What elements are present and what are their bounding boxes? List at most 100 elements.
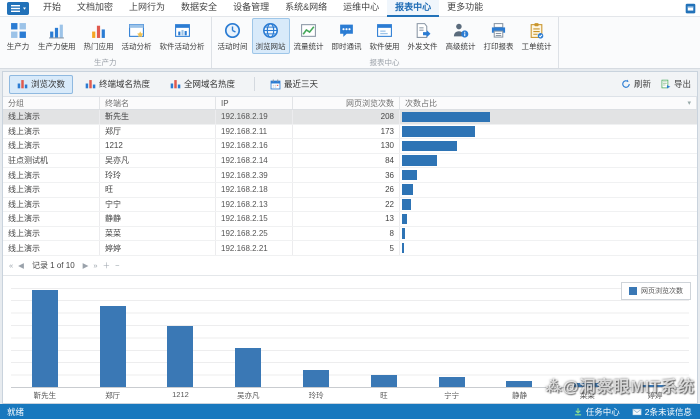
ribbon-group-label: 报表中心 <box>214 57 556 68</box>
ratio-bar <box>402 243 404 254</box>
ribbon-button[interactable]: 软件使用 <box>366 18 404 54</box>
ribbon-button[interactable]: 软件活动分析 <box>156 18 209 54</box>
app-menu-button[interactable] <box>3 1 33 16</box>
chart-bar-slot <box>214 284 282 387</box>
cell-count-ratio-bar <box>400 168 697 182</box>
pager-prev-button[interactable]: ◀ <box>18 261 24 270</box>
table-row[interactable]: 线上演示玲玲192.168.2.3936 <box>3 168 697 183</box>
column-header[interactable]: 网页浏览次数 <box>293 97 400 109</box>
table-row[interactable]: 线上演示菜菜192.168.2.258 <box>3 227 697 242</box>
cell-ip: 192.168.2.14 <box>216 154 293 168</box>
chart-bar <box>303 370 329 387</box>
ribbon-button-label: 外发文件 <box>408 41 438 52</box>
menu-tab-2[interactable]: 文档加密 <box>69 0 121 17</box>
report-tab-1[interactable]: 浏览次数 <box>9 75 73 94</box>
export-button[interactable]: 导出 <box>661 78 691 90</box>
table-row[interactable]: 线上演示旺192.168.2.1826 <box>3 183 697 198</box>
column-header[interactable]: IP <box>216 97 293 109</box>
cell-group: 驻点测试机 <box>3 154 100 168</box>
report-tab-2[interactable]: 终端域名热度 <box>77 75 158 94</box>
cell-ip: 192.168.2.19 <box>216 110 293 124</box>
refresh-button[interactable]: 刷新 <box>621 78 651 90</box>
table-row[interactable]: 线上演示1212192.168.2.16130 <box>3 139 697 154</box>
browse-count-table: 分组终端名IP网页浏览次数次数占比▾线上演示靳先生192.168.2.19208… <box>3 97 697 256</box>
legend-label: 网页浏览次数 <box>641 286 683 296</box>
table-row[interactable]: 线上演示靳先生192.168.2.19208 <box>3 110 697 125</box>
download-icon <box>573 407 583 417</box>
ribbon-button[interactable]: 高级统计 <box>442 18 480 54</box>
ribbon-button-label: 软件使用 <box>370 41 400 52</box>
refresh-label: 刷新 <box>634 78 651 90</box>
menu-tab-4[interactable]: 数据安全 <box>173 0 225 17</box>
chart-bar <box>642 385 668 387</box>
cell-count: 173 <box>293 125 400 139</box>
report-tab-3[interactable]: 全网域名热度 <box>162 75 243 94</box>
unread-messages-button[interactable]: 2条未读信息 <box>632 406 692 418</box>
menu-tab-3[interactable]: 上网行为 <box>121 0 173 17</box>
pager-record-text: 记录 1 of 10 <box>32 260 75 271</box>
cell-group: 线上演示 <box>3 241 100 255</box>
chart-bar <box>235 348 261 387</box>
cell-ip: 192.168.2.13 <box>216 198 293 212</box>
ribbon-button[interactable]: 打印报表 <box>480 18 518 54</box>
menu-tab-6[interactable]: 系统&网络 <box>277 0 335 17</box>
ribbon-button[interactable]: 工单统计 <box>518 18 556 54</box>
ratio-bar <box>402 170 417 181</box>
ratio-bar <box>402 228 405 239</box>
cell-terminal-name: 玲玲 <box>100 168 216 182</box>
ribbon-button[interactable]: 热门应用 <box>80 18 118 54</box>
table-row[interactable]: 线上演示婷婷192.168.2.215 <box>3 241 697 256</box>
cell-ip: 192.168.2.11 <box>216 125 293 139</box>
ribbon-button[interactable]: 活动时间 <box>214 18 252 54</box>
table-row[interactable]: 线上演示郑厅192.168.2.11173 <box>3 125 697 140</box>
ribbon-button[interactable]: 流量统计 <box>290 18 328 54</box>
chart-x-label: 菜菜 <box>553 388 621 401</box>
chart-x-label: 婷婷 <box>621 388 689 401</box>
filter-dropdown-icon[interactable]: ▾ <box>687 99 691 107</box>
menu-bar: 开始文档加密上网行为数据安全设备管理系统&网络运维中心报表中心更多功能 <box>0 0 700 17</box>
table-row[interactable]: 驻点测试机吴亦凡192.168.2.1484 <box>3 154 697 169</box>
hot-bar-icon <box>90 22 107 39</box>
menu-tab-1[interactable]: 开始 <box>35 0 69 17</box>
ribbon-button[interactable]: 外发文件 <box>404 18 442 54</box>
unread-messages-label: 2条未读信息 <box>645 406 692 418</box>
cell-count-ratio-bar <box>400 139 697 153</box>
toolbar-separator <box>254 77 255 91</box>
cell-group: 线上演示 <box>3 198 100 212</box>
cell-group: 线上演示 <box>3 110 100 124</box>
menu-tab-8[interactable]: 报表中心 <box>387 0 439 17</box>
ribbon-button[interactable]: 活动分析 <box>118 18 156 54</box>
calendar-icon <box>270 79 281 90</box>
ribbon-button[interactable]: 生产力 <box>2 18 34 54</box>
cell-terminal-name: 郑厅 <box>100 125 216 139</box>
table-row[interactable]: 线上演示静静192.168.2.1513 <box>3 212 697 227</box>
menu-tab-7[interactable]: 运维中心 <box>335 0 387 17</box>
cell-ip: 192.168.2.21 <box>216 241 293 255</box>
column-header[interactable]: 分组 <box>3 97 100 109</box>
ribbon-button[interactable]: 生产力使用 <box>34 18 80 54</box>
column-header[interactable]: 终端名 <box>100 97 216 109</box>
pager-last-button[interactable]: » <box>93 261 97 270</box>
table-row[interactable]: 线上演示宁宁192.168.2.1322 <box>3 198 697 213</box>
envelope-icon <box>632 407 642 417</box>
grid-icon <box>10 22 27 39</box>
ribbon-button[interactable]: 即时通讯 <box>328 18 366 54</box>
ribbon-button-label: 高级统计 <box>446 41 476 52</box>
ribbon-button[interactable]: 浏览网站 <box>252 18 290 54</box>
refresh-icon <box>621 79 631 89</box>
pager-first-button[interactable]: « <box>9 261 13 270</box>
column-header[interactable]: 次数占比▾ <box>400 97 697 109</box>
cell-ip: 192.168.2.25 <box>216 227 293 241</box>
pager-remove-button[interactable]: − <box>115 261 119 270</box>
date-filter-button[interactable]: 最近三天 <box>262 75 326 93</box>
person-stat-icon <box>452 22 469 39</box>
menu-tab-9[interactable]: 更多功能 <box>439 0 491 17</box>
pager-next-button[interactable]: ▶ <box>83 261 89 270</box>
ratio-bar <box>402 199 411 210</box>
cell-ip: 192.168.2.18 <box>216 183 293 197</box>
pager-add-button[interactable]: ＋ <box>103 260 111 271</box>
task-center-button[interactable]: 任务中心 <box>573 406 620 418</box>
menu-tab-5[interactable]: 设备管理 <box>225 0 277 17</box>
window-badge-icon[interactable] <box>685 3 696 14</box>
table-header-row: 分组终端名IP网页浏览次数次数占比▾ <box>3 97 697 110</box>
